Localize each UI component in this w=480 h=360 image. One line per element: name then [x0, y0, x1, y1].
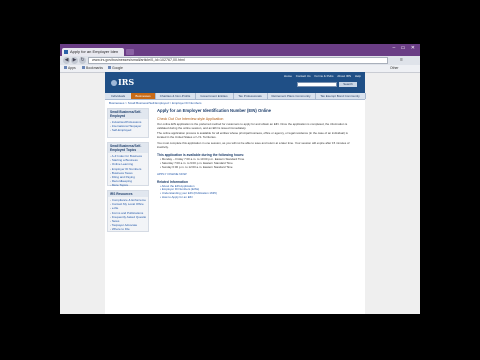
list-item: Sunday 6:00 p.m. to 12:00 a.m. Eastern S… — [160, 166, 357, 170]
page-title: Apply for an Employer Identification Num… — [157, 108, 272, 113]
new-tab-button[interactable] — [126, 49, 134, 55]
bookmark-item[interactable]: Bookmarks — [82, 66, 103, 71]
sidebar: Small Business/Self-Employed Industries/… — [107, 108, 149, 308]
search-input[interactable] — [297, 82, 337, 87]
body-paragraph: You must complete this application in on… — [157, 140, 350, 149]
hours-heading: This application is available during the… — [157, 153, 245, 158]
bookmark-icon — [108, 66, 111, 69]
sidebar-heading: Small Business/Self-Employed — [108, 109, 148, 119]
main-content: Apply for an Employer Identification Num… — [157, 108, 357, 202]
top-link[interactable]: About IRS — [337, 74, 351, 78]
nav-tax-exempt-bond[interactable]: Tax Exempt Bond Community — [315, 93, 366, 99]
nav-individuals[interactable]: Individuals — [105, 93, 132, 99]
sidebar-box: Small Business/Self-Employed Topics A-Z … — [107, 142, 149, 187]
sidebar-link[interactable]: Where to File — [110, 227, 146, 231]
top-link[interactable]: Home — [284, 74, 292, 78]
sidebar-heading: Small Business/Self-Employed Topics — [108, 143, 148, 153]
nav-businesses[interactable]: Businesses — [131, 93, 156, 99]
intro-paragraph: Our online EIN application is the prefer… — [157, 122, 348, 130]
sidebar-link[interactable]: Self-Employed — [110, 128, 146, 132]
sidebar-link[interactable]: More Topics — [110, 183, 146, 187]
top-link[interactable]: Forms & Pubs — [314, 74, 333, 78]
sidebar-box: Small Business/Self-Employed Industries/… — [107, 108, 149, 138]
favicon-icon — [64, 50, 68, 54]
hours-list: Monday – Friday 7:00 a.m. to 10:00 p.m. … — [157, 158, 357, 169]
body-paragraph: The online application process is availa… — [157, 131, 348, 140]
tab-title: Apply for an Employer Iden — [70, 49, 119, 54]
top-link[interactable]: Help — [355, 74, 361, 78]
bookmark-icon — [82, 66, 85, 69]
bookmark-icon — [64, 66, 67, 69]
main-nav: Individuals Businesses Charities & Non-P… — [105, 93, 366, 100]
breadcrumb[interactable]: Businesses > Small Business/Self-Employe… — [109, 101, 202, 105]
irs-logo[interactable]: IRS — [111, 77, 134, 87]
forward-button[interactable]: ▶ — [71, 57, 78, 64]
address-bar[interactable]: www.irs.gov/businesses/small/article/0,,… — [88, 57, 388, 64]
web-page: IRS Home Contact Us Forms & Pubs About I… — [105, 72, 366, 314]
nav-charities[interactable]: Charities & Non-Profits — [155, 93, 196, 99]
related-list: About the EIN Application Employer ID Nu… — [157, 185, 357, 200]
nav-retirement[interactable]: Retirement Plans Community — [267, 93, 316, 99]
bookmark-item[interactable]: Apps — [64, 66, 76, 71]
section-heading: Check Out Our Interview-style Applicatio… — [157, 117, 224, 121]
bookmark-item[interactable]: Other — [390, 66, 398, 71]
sidebar-box: IRS Resources Compliance & Enforcement C… — [107, 190, 149, 232]
related-link[interactable]: How to Apply for an EIN — [160, 196, 357, 200]
eagle-icon — [111, 80, 117, 86]
back-button[interactable]: ◀ — [63, 57, 70, 64]
nav-government[interactable]: Government Entities — [195, 93, 234, 99]
bookmark-item[interactable]: Google — [108, 66, 123, 71]
nav-tax-professionals[interactable]: Tax Professionals — [233, 93, 268, 99]
browser-toolbar: ◀ ▶ ↻ www.irs.gov/businesses/small/artic… — [60, 56, 420, 65]
menu-icon[interactable]: ≡ — [400, 57, 416, 64]
search-button[interactable]: Search — [339, 82, 357, 87]
site-header: IRS Home Contact Us Forms & Pubs About I… — [105, 72, 365, 93]
top-link[interactable]: Contact Us — [296, 74, 311, 78]
reload-button[interactable]: ↻ — [79, 57, 86, 64]
browser-tab[interactable]: Apply for an Employer Iden — [62, 48, 124, 56]
browser-window: Apply for an Employer Iden – ▭ ✕ ◀ ▶ ↻ w… — [60, 44, 420, 314]
related-heading: Related Information — [157, 179, 188, 184]
top-links: Home Contact Us Forms & Pubs About IRS H… — [281, 74, 361, 78]
window-controls[interactable]: – ▭ ✕ — [393, 45, 417, 51]
apply-online-link[interactable]: APPLY ONLINE NOW — [157, 172, 357, 176]
